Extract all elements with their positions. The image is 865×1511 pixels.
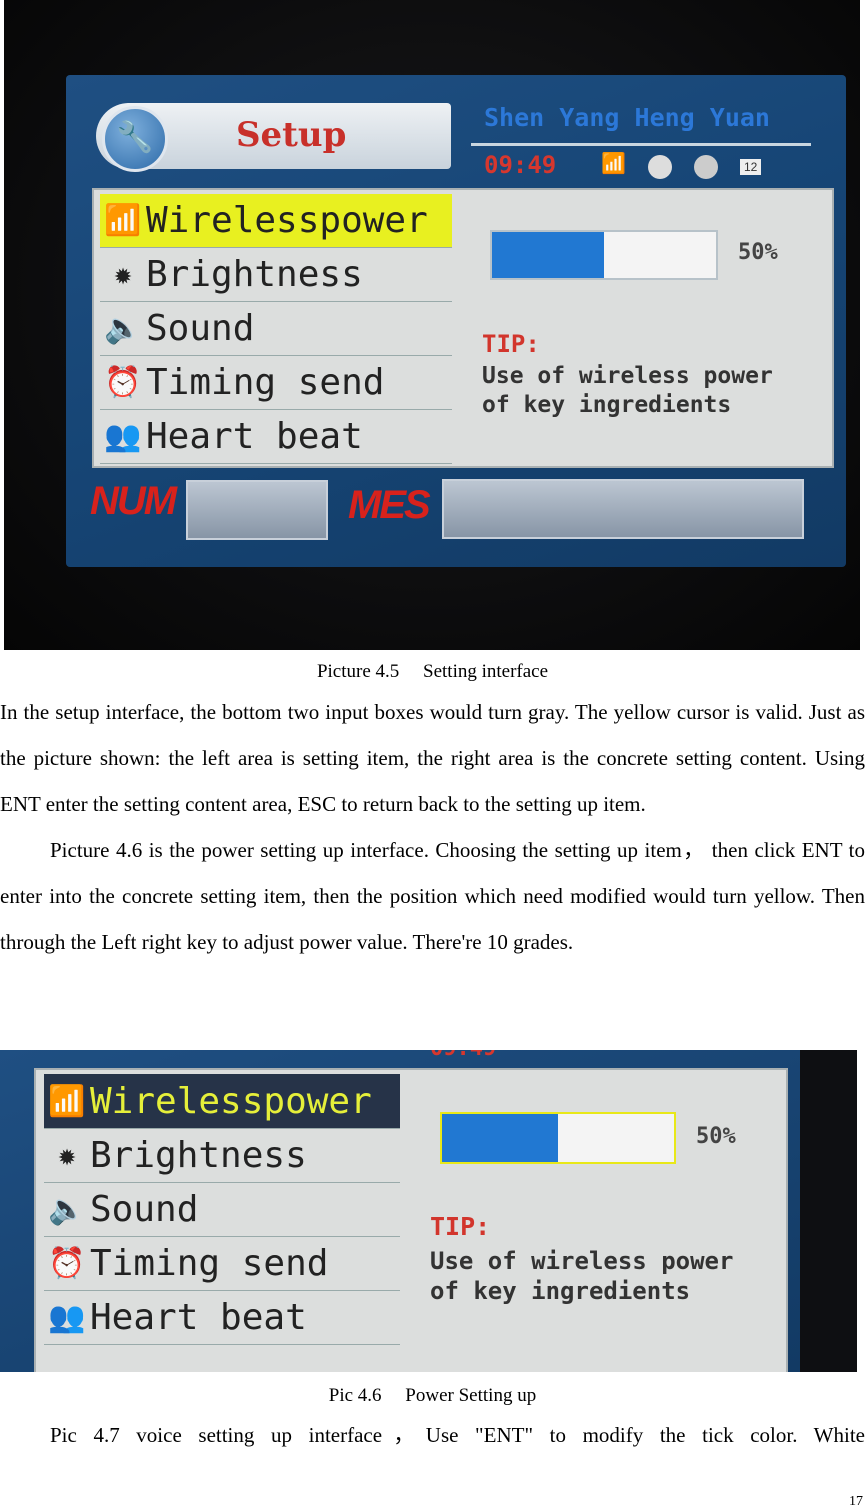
num-input[interactable] bbox=[186, 480, 328, 540]
figure-caption: Picture 4.5 Setting interface bbox=[316, 661, 549, 682]
menu-item-wirelesspower[interactable]: 📶 Wirelesspower bbox=[100, 194, 452, 248]
menu-item-wirelesspower[interactable]: 📶 Wirelesspower bbox=[44, 1074, 400, 1129]
body-text: Pic 4.7 voice setting up interface，Use "… bbox=[0, 1412, 865, 1458]
divider bbox=[471, 143, 811, 146]
menu-label: Wirelesspower bbox=[146, 200, 428, 241]
power-setting-photo: 09:49 📶Wirelesspower ✹ Brightness 🔈Sound … bbox=[0, 1050, 857, 1372]
page-number: 17 bbox=[849, 1494, 863, 1509]
menu-item-timing-send[interactable]: ⏰ Timing send bbox=[100, 356, 452, 410]
status-badge: 12 bbox=[740, 159, 762, 175]
menu-item-brightness[interactable]: ✹ Brightness bbox=[100, 248, 452, 302]
figure-caption: Pic 4.6 Power Setting up bbox=[328, 1385, 537, 1406]
settings-panel: 📶 Wirelesspower ✹ Brightness 🔈 Sound ⏰ Timin… bbox=[34, 1068, 788, 1372]
menu-label: Brightness bbox=[90, 1135, 307, 1176]
power-bar-fill bbox=[492, 232, 604, 278]
people-icon: 👥 bbox=[48, 1300, 86, 1335]
tip-title: TIP: bbox=[482, 330, 540, 358]
tip-line: of key ingredients bbox=[482, 391, 732, 418]
wifi-icon: 📶 bbox=[104, 203, 142, 238]
setting-interface-photo: 🔧 Setup Shen Yang Heng Yuan 09:49 📶 12 📶… bbox=[4, 0, 860, 650]
body-text: In the setup interface, the bottom two i… bbox=[0, 689, 865, 965]
people-icon: 👥 bbox=[104, 419, 142, 454]
status-dot-icon bbox=[694, 155, 718, 179]
mes-label: MES bbox=[348, 483, 431, 527]
menu-label: Timing send bbox=[90, 1243, 329, 1284]
menu-item-timing-send[interactable]: ⏰ Timing send bbox=[44, 1237, 400, 1291]
menu-item-brightness[interactable]: ✹ Brightness bbox=[44, 1129, 400, 1183]
menu-item-sound[interactable]: 🔈 Sound bbox=[100, 302, 452, 356]
menu-label: Heart beat bbox=[90, 1297, 307, 1338]
num-label: NUM bbox=[90, 479, 177, 523]
wrench-icon: 🔧 bbox=[102, 106, 168, 172]
menu-label: Heart beat bbox=[146, 416, 363, 457]
clock: 09:49 bbox=[430, 1050, 496, 1061]
alarm-clock-icon: ⏰ bbox=[104, 365, 142, 400]
speaker-icon: 🔈 bbox=[104, 311, 142, 346]
menu-item-heart-beat[interactable]: 👥 Heart beat bbox=[100, 410, 452, 464]
sun-icon: ✹ bbox=[57, 1138, 77, 1173]
menu-label: Sound bbox=[90, 1189, 199, 1230]
menu-label: Brightness bbox=[146, 254, 363, 295]
lcd-screen: 09:49 📶Wirelesspower ✹ Brightness 🔈Sound … bbox=[0, 1050, 800, 1372]
status-dot-icon bbox=[648, 155, 672, 179]
lcd-screen: 🔧 Setup Shen Yang Heng Yuan 09:49 📶 12 📶… bbox=[66, 75, 846, 567]
menu-label: Timing send bbox=[146, 362, 385, 403]
power-bar-fill bbox=[442, 1114, 558, 1162]
tip-line: Use of wireless power bbox=[430, 1247, 734, 1275]
mes-input[interactable] bbox=[442, 479, 804, 539]
tip-line: of key ingredients bbox=[430, 1277, 691, 1305]
tip-title: TIP: bbox=[430, 1212, 491, 1241]
menu-label: Sound bbox=[146, 308, 255, 349]
tip-text: Use of wireless power of key ingredients bbox=[482, 362, 773, 420]
tip-text: Use of wireless power of key ingredients bbox=[430, 1246, 733, 1306]
speaker-icon: 🔈 bbox=[48, 1192, 86, 1227]
paragraph: In the setup interface, the bottom two i… bbox=[0, 700, 865, 816]
menu-label: Wirelesspower bbox=[90, 1080, 372, 1122]
tip-line: Use of wireless power bbox=[482, 363, 773, 389]
power-bar[interactable] bbox=[490, 230, 718, 280]
paragraph: Pic 4.7 voice setting up interface，Use "… bbox=[50, 1423, 865, 1447]
brand-name: Shen Yang Heng Yuan bbox=[484, 103, 770, 132]
menu-item-heart-beat[interactable]: 👥 Heart beat bbox=[44, 1291, 400, 1345]
screen-title: Setup bbox=[236, 115, 347, 155]
setup-header: 🔧 Setup bbox=[96, 103, 451, 172]
power-value: 50% bbox=[738, 240, 778, 265]
settings-menu: 📶 Wirelesspower ✹ Brightness 🔈 Sound ⏰ Timin… bbox=[100, 194, 452, 464]
paragraph: Picture 4.6 is the power setting up inte… bbox=[0, 838, 865, 954]
menu-item-sound[interactable]: 🔈 Sound bbox=[44, 1183, 400, 1237]
settings-panel: 📶 Wirelesspower ✹ Brightness 🔈 Sound ⏰ Timin… bbox=[92, 188, 834, 468]
clock: 09:49 bbox=[484, 151, 557, 179]
alarm-clock-icon: ⏰ bbox=[48, 1246, 86, 1281]
settings-menu: 📶 Wirelesspower ✹ Brightness 🔈 Sound ⏰ Timin… bbox=[44, 1074, 400, 1345]
signal-icon: 📶 bbox=[601, 153, 626, 175]
power-bar[interactable] bbox=[440, 1112, 676, 1164]
wifi-icon: 📶 bbox=[48, 1083, 86, 1119]
sun-icon: ✹ bbox=[113, 257, 133, 292]
power-value: 50% bbox=[696, 1124, 736, 1149]
